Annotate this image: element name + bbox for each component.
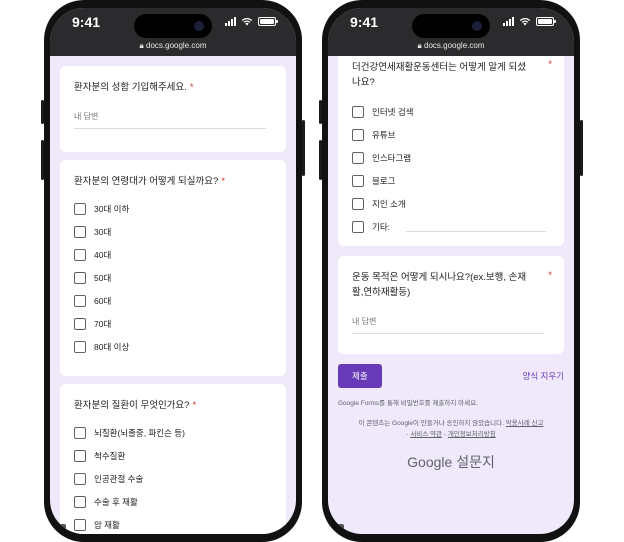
checkbox-option[interactable]: 70대 [74,312,272,335]
checkbox-option[interactable]: 30대 [74,220,272,243]
floating-tab-handle[interactable] [58,524,66,534]
checkbox-option-other[interactable]: 기타: [352,215,550,238]
checkbox[interactable] [352,151,364,164]
url-text: docs.google.com [146,41,207,50]
checkbox[interactable] [74,495,86,508]
status-time: 9:41 [350,14,379,30]
checkbox[interactable] [74,518,86,531]
checkbox[interactable] [74,271,86,284]
checkbox-option[interactable]: 30대 이하 [74,197,272,220]
checkbox-option[interactable]: 인터넷 검색 [352,100,550,123]
checkbox-option[interactable]: 60대 [74,289,272,312]
lock-icon: 🔒︎ [139,41,144,50]
checkbox[interactable] [74,202,86,215]
checkbox-option[interactable]: 수술 후 재활 [74,490,272,513]
short-answer-input[interactable]: 내 답변 [74,111,266,129]
cellular-signal-icon [225,17,236,26]
checkbox-option[interactable]: 유튜브 [352,123,550,146]
phone-screen-left: 9:41 🔒︎ docs.google.com 환자분의 성함 기입해주세요. *… [50,8,296,534]
checkbox-option[interactable]: 지인 소개 [352,192,550,215]
clear-form-link[interactable]: 양식 지우기 [523,370,564,382]
dynamic-island [134,14,212,38]
checkbox[interactable] [352,105,364,118]
camera-icon [472,21,482,31]
required-asterisk: * [548,270,552,281]
status-bar: 9:41 🔒︎ docs.google.com [50,8,296,56]
checkbox-option[interactable]: 80대 이상 [74,335,272,358]
checkbox[interactable] [74,248,86,261]
battery-icon [258,17,278,26]
url-text: docs.google.com [424,41,485,50]
question-card-name: 환자분의 성함 기입해주세요. * 내 답변 [60,66,286,152]
checkbox[interactable] [74,472,86,485]
phone-screen-right: 9:41 🔒︎ docs.google.com 더건강연세재활운동센터는 어떻게… [328,8,574,534]
question-card-age: 환자분의 연령대가 어떻게 되실까요? * 30대 이하 30대 40대 50대 … [60,160,286,376]
question-title: 더건강연세재활운동센터는 어떻게 알게 되셨나요? [352,62,526,88]
question-card-disease: 환자분의 질환이 무엇인가요? * 뇌질환(뇌졸중, 파킨슨 등) 척수질환 인공… [60,384,286,534]
checkbox-option[interactable]: 인스타그램 [352,146,550,169]
checkbox-option[interactable]: 뇌질환(뇌졸중, 파킨슨 등) [74,421,272,444]
short-answer-input[interactable]: 내 답변 [352,316,544,334]
floating-tab-handle[interactable] [336,524,344,534]
google-forms-logo: Google 설문지 [407,454,495,470]
password-notice: Google Forms를 통해 비밀번호를 제출하지 마세요. [338,400,478,407]
cellular-signal-icon [503,17,514,26]
checkbox[interactable] [74,317,86,330]
checkbox-option[interactable]: 블로그 [352,169,550,192]
status-bar: 9:41 🔒︎ docs.google.com [328,8,574,56]
checkbox-option[interactable]: 인공관절 수술 [74,467,272,490]
submit-button[interactable]: 제출 [338,364,382,388]
checkbox-option[interactable]: 50대 [74,266,272,289]
question-title: 환자분의 성함 기입해주세요. * [74,82,194,93]
required-asterisk: * [189,82,194,93]
other-text-input[interactable] [406,222,546,232]
checkbox[interactable] [74,449,86,462]
question-card-source: 더건강연세재활운동센터는 어떻게 알게 되셨나요? * 인터넷 검색 유튜브 인… [338,56,564,246]
required-asterisk: * [192,400,197,411]
phone-frame-right: 9:41 🔒︎ docs.google.com 더건강연세재활운동센터는 어떻게… [319,0,583,542]
wifi-icon [241,17,253,26]
camera-icon [194,21,204,31]
dynamic-island [412,14,490,38]
checkbox[interactable] [74,340,86,353]
lock-icon: 🔒︎ [417,41,422,50]
disclaimer: 이 콘텐츠는 Google이 만들거나 승인하지 않았습니다. 악용사례 신고 … [358,420,544,438]
status-time: 9:41 [72,14,101,30]
question-card-goal: 운동 목적은 어떻게 되시나요?(ex.보행, 손재활,연하재활등) * 내 답… [338,256,564,354]
required-asterisk: * [221,176,226,187]
battery-icon [536,17,556,26]
question-title: 환자분의 질환이 무엇인가요? * [74,400,197,411]
checkbox-option[interactable]: 40대 [74,243,272,266]
checkbox[interactable] [352,128,364,141]
checkbox[interactable] [352,197,364,210]
checkbox-option[interactable]: 척수질환 [74,444,272,467]
privacy-link[interactable]: 개인정보처리방침 [448,431,496,438]
required-asterisk: * [548,59,552,70]
wifi-icon [519,17,531,26]
checkbox-option[interactable]: 암 재활 [74,513,272,534]
question-title: 운동 목적은 어떻게 되시나요?(ex.보행, 손재활,연하재활등) [352,272,527,298]
question-title: 환자분의 연령대가 어떻게 되실까요? * [74,176,226,187]
checkbox[interactable] [352,220,364,233]
terms-link[interactable]: 서비스 약관 [410,431,442,438]
separator: - [443,431,447,438]
checkbox[interactable] [74,426,86,439]
separator: - [406,431,409,438]
phone-frame-left: 9:41 🔒︎ docs.google.com 환자분의 성함 기입해주세요. *… [41,0,305,542]
checkbox[interactable] [74,294,86,307]
report-abuse-link[interactable]: 악용사례 신고 [506,420,544,427]
checkbox[interactable] [352,174,364,187]
checkbox[interactable] [74,225,86,238]
